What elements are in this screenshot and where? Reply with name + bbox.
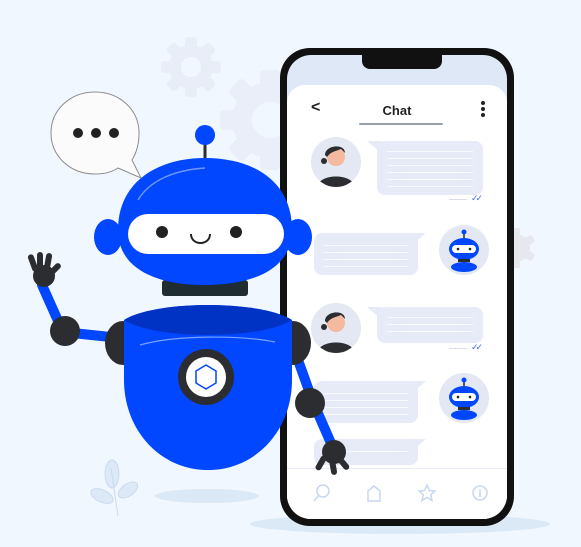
robot-left-elbow — [50, 316, 80, 346]
robot-chest-badge — [186, 357, 226, 397]
robot-visor — [128, 214, 284, 254]
robot-left-eye — [156, 226, 168, 238]
robot-waving-hand — [27, 252, 61, 287]
robot-right-elbow — [295, 388, 325, 418]
robot-left-ear — [94, 219, 122, 255]
robot-right-eye — [230, 226, 242, 238]
robot-right-hand — [315, 440, 350, 475]
robot-antenna-ball — [195, 125, 215, 145]
robot-mascot — [27, 125, 350, 475]
